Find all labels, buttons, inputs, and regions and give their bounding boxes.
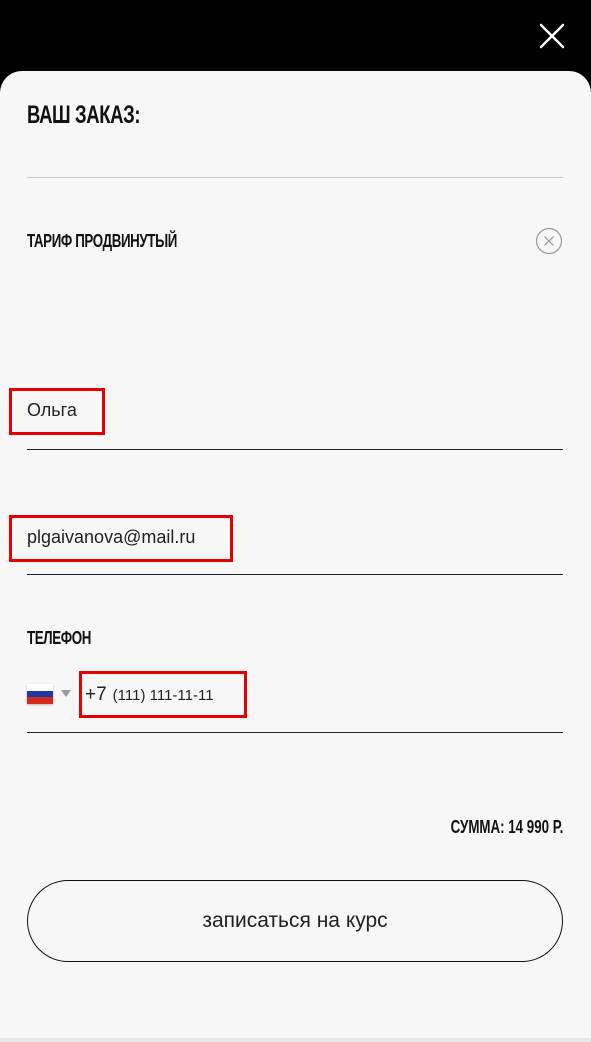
flag-stripe-red	[27, 697, 53, 704]
name-field-underline	[27, 449, 563, 450]
close-circle-icon	[535, 227, 563, 255]
russia-flag-icon	[27, 684, 53, 691]
country-dropdown-arrow[interactable]	[60, 689, 72, 698]
phone-number-value: (111) 111-11-11	[112, 687, 214, 704]
flag-stripe-blue	[27, 690, 53, 698]
submit-button-label: записаться на курс	[202, 909, 388, 932]
chevron-down-icon	[61, 690, 71, 697]
phone-label: Телефон	[27, 628, 92, 648]
order-total-text: Сумма: 14 990 р.	[450, 817, 563, 837]
phone-country-code: +7	[85, 684, 107, 705]
top-bar	[0, 0, 591, 80]
country-flag-selector[interactable]	[27, 684, 53, 704]
phone-field-underline	[27, 732, 563, 733]
order-item-name: Тариф Продвинутый	[27, 231, 177, 251]
phone-field[interactable]: +7 (111) 111-11-11	[85, 682, 214, 709]
close-button[interactable]	[536, 20, 568, 52]
name-field[interactable]: Ольга	[27, 398, 77, 422]
close-icon	[539, 23, 565, 49]
email-field[interactable]: plgaivanova@mail.ru	[27, 525, 195, 549]
order-total: Сумма: 14 990 р.	[400, 815, 563, 839]
email-field-underline	[27, 574, 563, 575]
remove-item-button[interactable]	[535, 227, 563, 255]
panel-bottom-edge	[0, 1038, 591, 1042]
order-title: Ваш заказ:	[27, 101, 141, 129]
order-divider	[27, 177, 563, 178]
submit-button[interactable]: записаться на курс	[27, 880, 563, 962]
